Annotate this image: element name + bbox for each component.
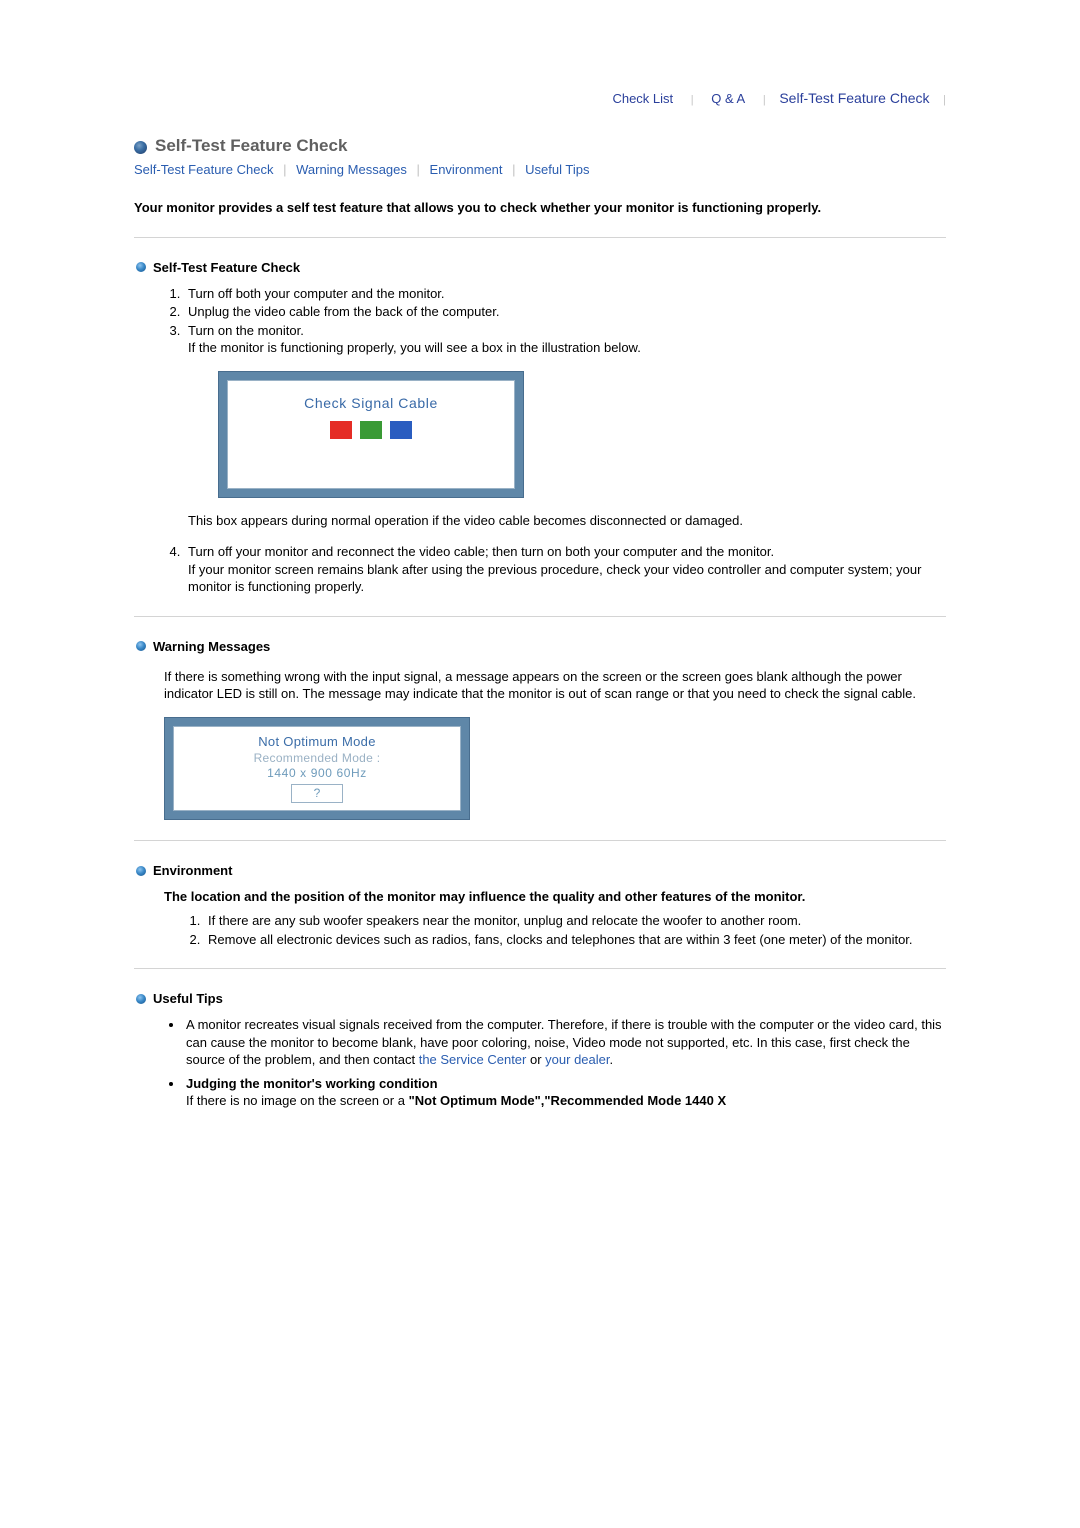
step-1: Turn off both your computer and the moni… <box>184 285 946 303</box>
divider <box>134 237 946 238</box>
section-heading-tips: Useful Tips <box>136 991 946 1006</box>
env-item-2: Remove all electronic devices such as ra… <box>204 931 946 949</box>
green-square-icon <box>360 421 382 439</box>
illustration-not-optimum: Not Optimum Mode Recommended Mode : 1440… <box>164 717 946 820</box>
bullet-small-icon <box>136 866 146 876</box>
anchor-nav: Self-Test Feature Check | Warning Messag… <box>134 162 946 177</box>
step-2: Unplug the video cable from the back of … <box>184 303 946 321</box>
section-heading-warning: Warning Messages <box>136 639 946 654</box>
tip-2: Judging the monitor's working condition … <box>184 1075 946 1110</box>
tips-list: A monitor recreates visual signals recei… <box>184 1016 946 1110</box>
not-optimum-line2: Recommended Mode : <box>254 751 381 766</box>
nav-qa[interactable]: Q & A <box>711 91 745 106</box>
divider <box>134 840 946 841</box>
illustration-check-cable: Check Signal Cable <box>218 371 946 498</box>
top-nav: Check List | Q & A | Self-Test Feature C… <box>134 90 946 136</box>
question-box: ? <box>291 784 344 803</box>
monitor-frame: Check Signal Cable <box>218 371 524 498</box>
intro-text: Your monitor provides a self test featur… <box>134 199 946 217</box>
link-dealer[interactable]: your dealer <box>545 1052 609 1067</box>
monitor-screen: Not Optimum Mode Recommended Mode : 1440… <box>173 726 461 811</box>
anchor-selftest[interactable]: Self-Test Feature Check <box>134 162 273 177</box>
divider <box>134 968 946 969</box>
selftest-steps: Turn off both your computer and the moni… <box>184 285 946 596</box>
bullet-small-icon <box>136 641 146 651</box>
env-intro: The location and the position of the mon… <box>164 888 946 906</box>
step-4: Turn off your monitor and reconnect the … <box>184 543 946 596</box>
nav-check-list[interactable]: Check List <box>612 91 673 106</box>
not-optimum-line1: Not Optimum Mode <box>258 734 376 750</box>
tip-2-heading: Judging the monitor's working condition <box>186 1076 438 1091</box>
divider <box>134 616 946 617</box>
nav-separator: | <box>763 94 766 106</box>
nav-selftest[interactable]: Self-Test Feature Check <box>779 90 929 106</box>
bullet-small-icon <box>136 994 146 1004</box>
nav-separator: | <box>943 94 946 106</box>
env-item-1: If there are any sub woofer speakers nea… <box>204 912 946 930</box>
monitor-screen: Check Signal Cable <box>227 380 515 489</box>
page-title-row: Self-Test Feature Check <box>134 136 946 156</box>
section-heading-environment: Environment <box>136 863 946 878</box>
monitor-frame: Not Optimum Mode Recommended Mode : 1440… <box>164 717 470 820</box>
env-list: If there are any sub woofer speakers nea… <box>204 912 946 948</box>
step-3: Turn on the monitor. If the monitor is f… <box>184 322 946 530</box>
page-title: Self-Test Feature Check <box>155 136 347 156</box>
bullet-large-icon <box>134 141 147 154</box>
bullet-small-icon <box>136 262 146 272</box>
link-service-center[interactable]: the Service Center <box>419 1052 527 1067</box>
not-optimum-resolution: 1440 x 900 60Hz <box>267 766 367 780</box>
red-square-icon <box>330 421 352 439</box>
section-heading-selftest: Self-Test Feature Check <box>136 260 946 275</box>
nav-separator: | <box>691 94 694 106</box>
tip-2-bold-msg: "Not Optimum Mode","Recommended Mode 144… <box>409 1093 727 1108</box>
anchor-environment[interactable]: Environment <box>430 162 503 177</box>
anchor-tips[interactable]: Useful Tips <box>525 162 589 177</box>
step-3-note: This box appears during normal operation… <box>188 512 946 530</box>
tip-1: A monitor recreates visual signals recei… <box>184 1016 946 1069</box>
page-container: Check List | Q & A | Self-Test Feature C… <box>134 0 946 1110</box>
rgb-squares <box>330 421 412 439</box>
check-cable-text: Check Signal Cable <box>304 394 438 413</box>
blue-square-icon <box>390 421 412 439</box>
anchor-warning[interactable]: Warning Messages <box>296 162 407 177</box>
warning-paragraph: If there is something wrong with the inp… <box>164 668 946 703</box>
